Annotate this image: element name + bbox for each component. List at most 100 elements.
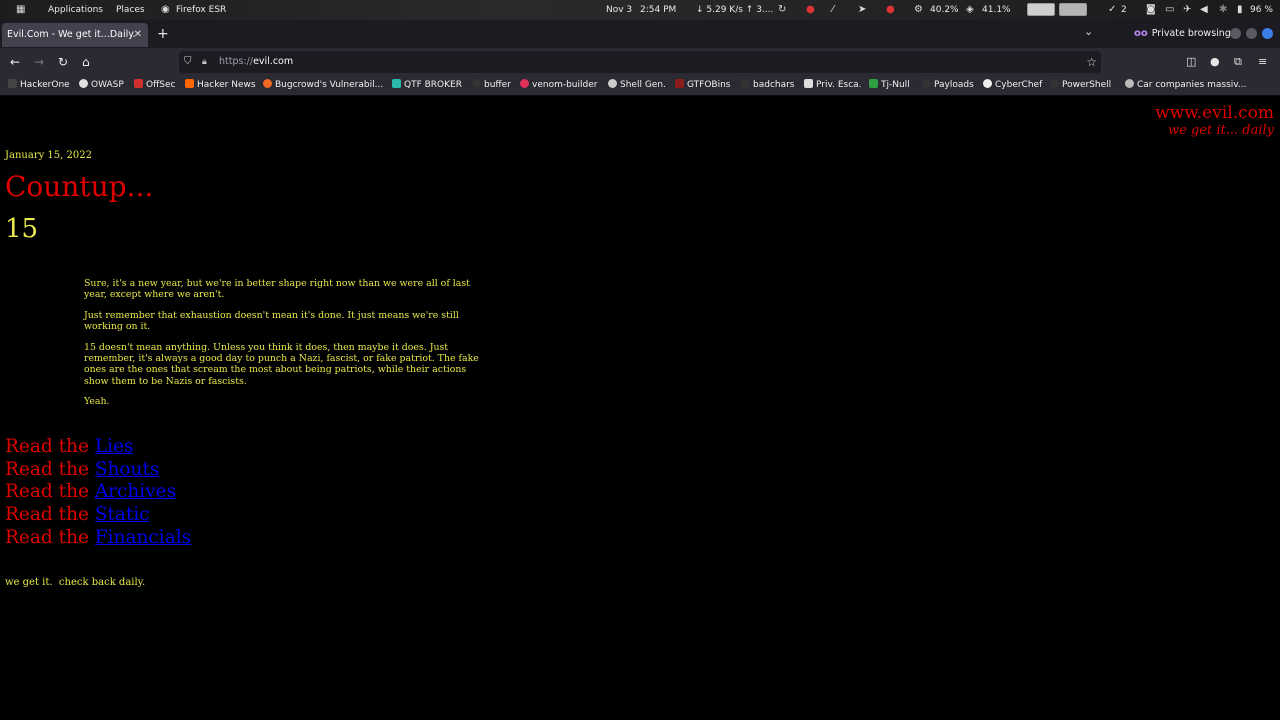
new-tab-button[interactable]: +	[157, 24, 169, 44]
workspace-1[interactable]	[1027, 3, 1055, 16]
slash-icon[interactable]: ⁄	[832, 0, 834, 20]
network-speed-label: ↓ 5.29 K/s ↑ 3....	[696, 5, 774, 15]
post-date: January 15, 2022	[5, 150, 92, 161]
private-mask-icon: oo	[1134, 28, 1148, 39]
post-number: 15	[5, 214, 39, 244]
bookmark-payloads[interactable]: Payloads	[922, 76, 974, 95]
bookmark-cyberchef[interactable]: CyberChef	[983, 76, 1042, 95]
bookmarks-toolbar: HackerOne OWASP OffSec Hacker News Bugcr…	[0, 76, 1280, 96]
read-prefix: Read the	[5, 526, 95, 548]
chevron-down-icon[interactable]: ⌄	[1084, 25, 1093, 38]
telegram-icon[interactable]: ➤	[858, 0, 866, 20]
read-prefix: Read the	[5, 504, 95, 526]
bookmark-hacker-news[interactable]: Hacker News	[185, 76, 256, 95]
record-icon[interactable]: ●	[806, 0, 815, 20]
account-icon[interactable]: ●	[1210, 53, 1220, 71]
read-row: Read the Static	[5, 504, 191, 527]
url-bar[interactable]: ⛉ 🔒︎ https://evil.com ☆	[179, 51, 1101, 73]
memory-usage: 41.1%	[982, 5, 1011, 15]
footer-text: we get it. check back daily.	[5, 577, 146, 588]
refresh-status-icon[interactable]: ↻	[778, 0, 786, 20]
owasp-icon	[79, 79, 88, 88]
app-grid-icon[interactable]: ▦	[16, 0, 25, 20]
post-body: Sure, it's a new year, but we're in bett…	[84, 278, 484, 417]
back-arrow-icon[interactable]: ←	[10, 53, 20, 71]
volume-icon[interactable]: ◀	[1200, 0, 1208, 20]
archives-link[interactable]: Archives	[95, 481, 176, 502]
post-paragraph: Sure, it's a new year, but we're in bett…	[84, 278, 470, 301]
date-label[interactable]: Nov 3	[606, 0, 632, 20]
reload-icon[interactable]: ↻	[58, 53, 68, 71]
pocket-icon[interactable]: ◫	[1186, 53, 1196, 71]
bookmark-tj-null[interactable]: Tj-Null	[869, 76, 910, 95]
financials-link[interactable]: Financials	[95, 527, 191, 548]
hacker-news-icon	[185, 79, 194, 88]
shouts-link[interactable]: Shouts	[95, 459, 160, 480]
bookmark-venom-builder[interactable]: venom-builder	[520, 76, 597, 95]
bookmark-buffer[interactable]: buffer	[472, 76, 511, 95]
cpu-usage: 40.2%	[930, 5, 959, 15]
site-tagline: we get it... daily	[1168, 123, 1274, 138]
lies-link[interactable]: Lies	[95, 436, 134, 457]
time-label[interactable]: 2:54 PM	[640, 0, 676, 20]
bookmark-car-companies[interactable]: Car companies massiv...	[1125, 76, 1246, 95]
bookmark-bugcrowd[interactable]: Bugcrowd's Vulnerabil...	[263, 76, 383, 95]
chat-icon[interactable]: ◙	[1146, 0, 1156, 20]
bluetooth-icon[interactable]: ✱	[1219, 0, 1227, 20]
page-content: www.evil.com we get it... daily January …	[0, 96, 1280, 720]
display-icon[interactable]: ▭	[1165, 0, 1174, 20]
bookmark-powershell[interactable]: PowerShell	[1050, 76, 1111, 95]
bookmark-shell-gen[interactable]: Shell Gen.	[608, 76, 666, 95]
close-tab-icon[interactable]: ✕	[134, 23, 142, 47]
applications-menu[interactable]: Applications	[48, 0, 103, 20]
minimize-button[interactable]	[1230, 28, 1241, 39]
private-browsing-label: Private browsing	[1151, 28, 1231, 39]
read-prefix: Read the	[5, 436, 95, 457]
extensions-icon[interactable]: ⧉	[1234, 53, 1242, 71]
firefox-icon: ◉	[161, 4, 170, 15]
active-app-label[interactable]: Firefox ESR	[176, 0, 226, 20]
site-name: www.evil.com	[1155, 103, 1274, 123]
maximize-button[interactable]	[1246, 28, 1257, 39]
bookmark-gtfobins[interactable]: GTFOBins	[675, 76, 730, 95]
read-row: Read the Lies	[5, 436, 191, 459]
battery-level: 96 %	[1250, 5, 1273, 15]
qtf-broker-icon	[392, 79, 401, 88]
tj-null-icon	[869, 79, 878, 88]
tab-title: Evil.Com - We get it...Daily.	[7, 29, 136, 40]
bookmark-badchars[interactable]: badchars	[741, 76, 795, 95]
github-icon	[472, 79, 481, 88]
bookmark-offsec[interactable]: OffSec	[134, 76, 175, 95]
places-menu[interactable]: Places	[116, 0, 145, 20]
offsec-icon	[134, 79, 143, 88]
navigation-toolbar: ← → ↻ ⌂ ⛉ 🔒︎ https://evil.com ☆ ◫ ● ⧉ ≡	[0, 48, 1280, 76]
bookmark-priv-esca[interactable]: Priv. Esca.	[804, 76, 862, 95]
lock-icon[interactable]: 🔒︎	[202, 51, 207, 73]
home-icon[interactable]: ⌂	[82, 53, 90, 71]
github-icon	[1050, 79, 1059, 88]
bookmark-star-icon[interactable]: ☆	[1086, 51, 1097, 73]
url-host: evil.com	[253, 56, 294, 67]
post-paragraph: Yeah.	[84, 396, 110, 408]
static-link[interactable]: Static	[95, 504, 150, 525]
workspace-2[interactable]	[1059, 3, 1087, 16]
bookmark-hackerone[interactable]: HackerOne	[8, 76, 70, 95]
tracking-shield-icon[interactable]: ⛉	[184, 51, 192, 73]
venom-builder-icon	[520, 79, 529, 88]
bookmark-owasp[interactable]: OWASP	[79, 76, 124, 95]
close-window-button[interactable]	[1262, 28, 1273, 39]
url-text[interactable]: https://evil.com	[219, 51, 293, 73]
hackerone-icon	[8, 79, 17, 88]
browser-tab[interactable]: Evil.Com - We get it...Daily. ✕	[2, 23, 148, 47]
bookmark-qtf-broker[interactable]: QTF BROKER	[392, 76, 462, 95]
github-icon	[741, 79, 750, 88]
read-row: Read the Financials	[5, 527, 191, 550]
memory-icon: ◈	[966, 4, 974, 15]
alert-dot-icon[interactable]: ●	[886, 0, 895, 20]
system-top-panel: ▦ Applications Places ◉ Firefox ESR Nov …	[0, 0, 1280, 20]
forward-arrow-icon[interactable]: →	[34, 53, 44, 71]
airplane-icon[interactable]: ✈	[1183, 0, 1191, 20]
battery-icon: ▮	[1237, 4, 1243, 15]
private-browsing-indicator: oo Private browsing	[1134, 20, 1231, 48]
menu-icon[interactable]: ≡	[1258, 53, 1267, 71]
